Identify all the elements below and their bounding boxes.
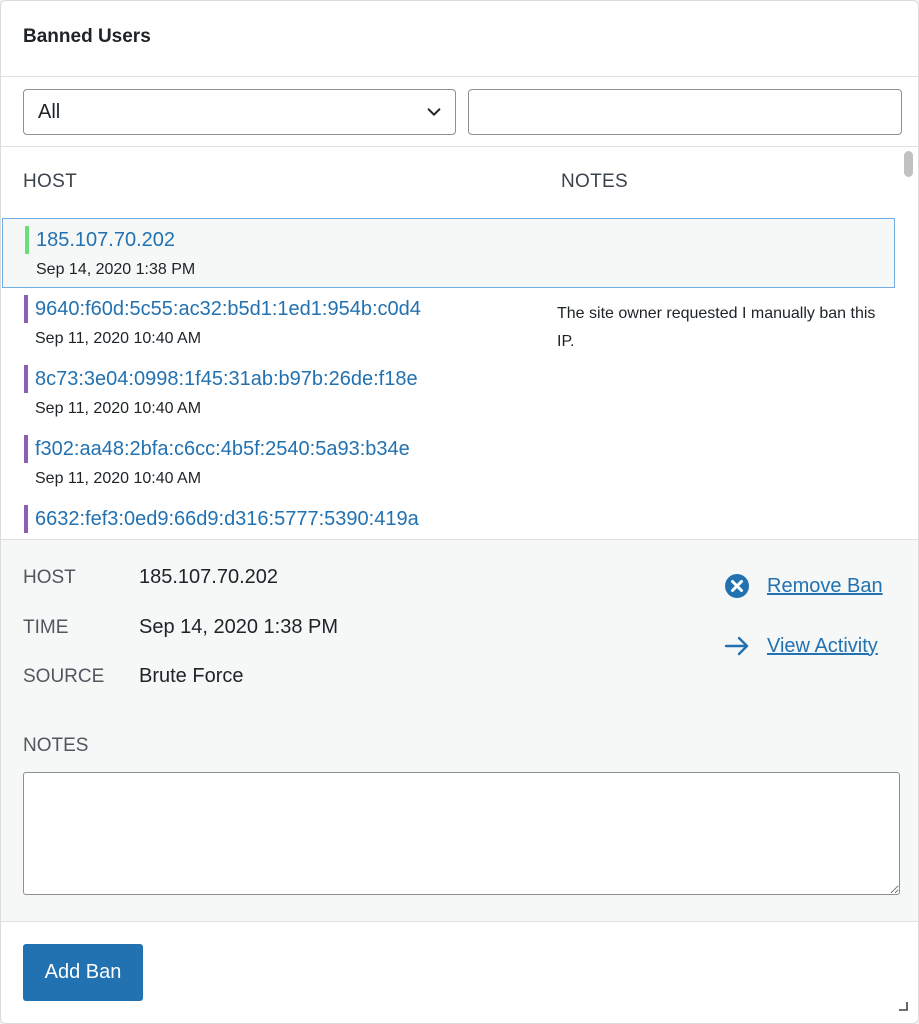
detail-source-label: SOURCE (23, 666, 105, 687)
table-row[interactable]: 9640:f60d:5c55:ac32:b5d1:1ed1:954b:c0d4 S… (2, 288, 895, 358)
host-link[interactable]: f302:aa48:2bfa:c6cc:4b5f:2540:5a93:b34e (35, 438, 410, 461)
ban-note: The site owner requested I manually ban … (557, 305, 876, 350)
table-row[interactable]: 8c73:3e04:0998:1f45:31ab:b97b:26de:f18e S… (2, 358, 895, 428)
table-row[interactable]: 6632:fef3:0ed9:66d9:d316:5777:5390:419a (2, 498, 895, 539)
status-bar (25, 226, 29, 254)
panel-header: Banned Users (1, 1, 918, 77)
panel-footer: Add Ban (1, 922, 918, 1021)
detail-host-label: HOST (23, 567, 76, 588)
ban-time: Sep 11, 2020 10:40 AM (35, 400, 202, 417)
detail-pane: HOST 185.107.70.202 TIME Sep 14, 2020 1:… (1, 539, 918, 922)
banned-list[interactable]: HOST NOTES 185.107.70.202 Sep 14, 2020 1:… (1, 147, 918, 539)
view-activity-label[interactable]: View Activity (767, 635, 878, 658)
view-activity-link[interactable]: View Activity (723, 632, 878, 660)
list-scrollbar[interactable] (898, 147, 918, 539)
filter-select-value: All (38, 100, 61, 123)
search-input[interactable] (468, 89, 902, 135)
page-title: Banned Users (23, 25, 151, 47)
status-bar (24, 435, 28, 463)
ban-time: Sep 11, 2020 10:40 AM (35, 470, 202, 487)
detail-source-value: Brute Force (139, 665, 244, 687)
column-header-host[interactable]: HOST (23, 171, 77, 193)
filter-select[interactable]: All (23, 89, 456, 135)
table-row[interactable]: 185.107.70.202 Sep 14, 2020 1:38 PM (2, 218, 895, 288)
remove-ban-link[interactable]: Remove Ban (723, 572, 883, 600)
x-circle-icon (725, 574, 749, 598)
column-header-notes: NOTES (561, 171, 628, 192)
ban-time: Sep 14, 2020 1:38 PM (36, 261, 196, 278)
ban-time: Sep 11, 2020 10:40 AM (35, 330, 202, 347)
detail-time-label: TIME (23, 617, 69, 638)
detail-time-value: Sep 14, 2020 1:38 PM (139, 616, 339, 638)
host-link[interactable]: 185.107.70.202 (36, 229, 175, 252)
status-bar (24, 505, 28, 533)
host-link[interactable]: 6632:fef3:0ed9:66d9:d316:5777:5390:419a (35, 508, 419, 531)
add-ban-button[interactable]: Add Ban (23, 944, 143, 1001)
arrow-right-icon (724, 636, 749, 656)
resize-handle-icon[interactable] (898, 1001, 908, 1011)
host-link[interactable]: 9640:f60d:5c55:ac32:b5d1:1ed1:954b:c0d4 (35, 298, 421, 321)
banned-users-panel: Banned Users All HOST NOTES 185.107.70.2… (0, 0, 919, 1024)
status-bar (24, 295, 28, 323)
notes-label: NOTES (23, 735, 89, 756)
chevron-down-icon (427, 108, 441, 116)
table-row[interactable]: f302:aa48:2bfa:c6cc:4b5f:2540:5a93:b34e S… (2, 428, 895, 498)
remove-ban-label[interactable]: Remove Ban (767, 575, 883, 598)
notes-textarea[interactable] (23, 772, 900, 895)
host-link[interactable]: 8c73:3e04:0998:1f45:31ab:b97b:26de:f18e (35, 368, 418, 391)
filter-bar: All (1, 77, 918, 147)
scrollbar-thumb[interactable] (904, 151, 913, 177)
detail-host-value: 185.107.70.202 (139, 566, 279, 588)
status-bar (24, 365, 28, 393)
